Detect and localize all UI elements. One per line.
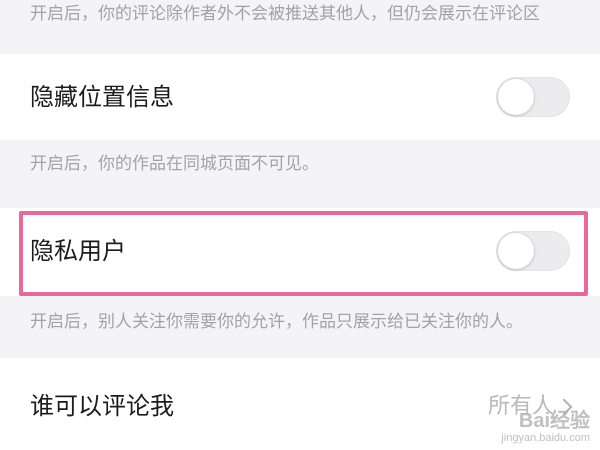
who-can-comment-label: 谁可以评论我 [30,392,174,420]
hide-location-row[interactable]: 隐藏位置信息 [0,54,600,140]
hide-location-toggle[interactable] [496,77,570,117]
watermark-url: jingyan.baidu.com [501,432,590,444]
hide-location-description-text: 开启后，你的作品在同城页面不可见。 [30,154,319,174]
private-account-label: 隐私用户 [30,237,126,265]
watermark-brand: Bai经验 [518,410,590,432]
private-account-description-text: 开启后，别人关注你需要你的允许，作品只展示给已关注你的人。 [30,312,523,332]
toggle-knob [498,79,534,115]
baidu-jingyan-watermark: Bai经验 jingyan.baidu.com [501,410,590,444]
privacy-settings-screen: 开启后，你的评论除作者外不会被推送其他人，但仍会展示在评论区 隐藏位置信息 开启… [0,0,600,450]
hide-location-label: 隐藏位置信息 [30,83,174,111]
comment-privacy-description-text: 开启后，你的评论除作者外不会被推送其他人，但仍会展示在评论区 [30,4,540,24]
toggle-knob [498,233,534,269]
comment-privacy-description: 开启后，你的评论除作者外不会被推送其他人，但仍会展示在评论区 [0,0,600,40]
hide-location-description: 开启后，你的作品在同城页面不可见。 [0,140,600,208]
private-account-toggle[interactable] [496,231,570,271]
private-account-row[interactable]: 隐私用户 [0,208,600,296]
private-account-description: 开启后，别人关注你需要你的允许，作品只展示给已关注你的人。 [0,296,600,358]
